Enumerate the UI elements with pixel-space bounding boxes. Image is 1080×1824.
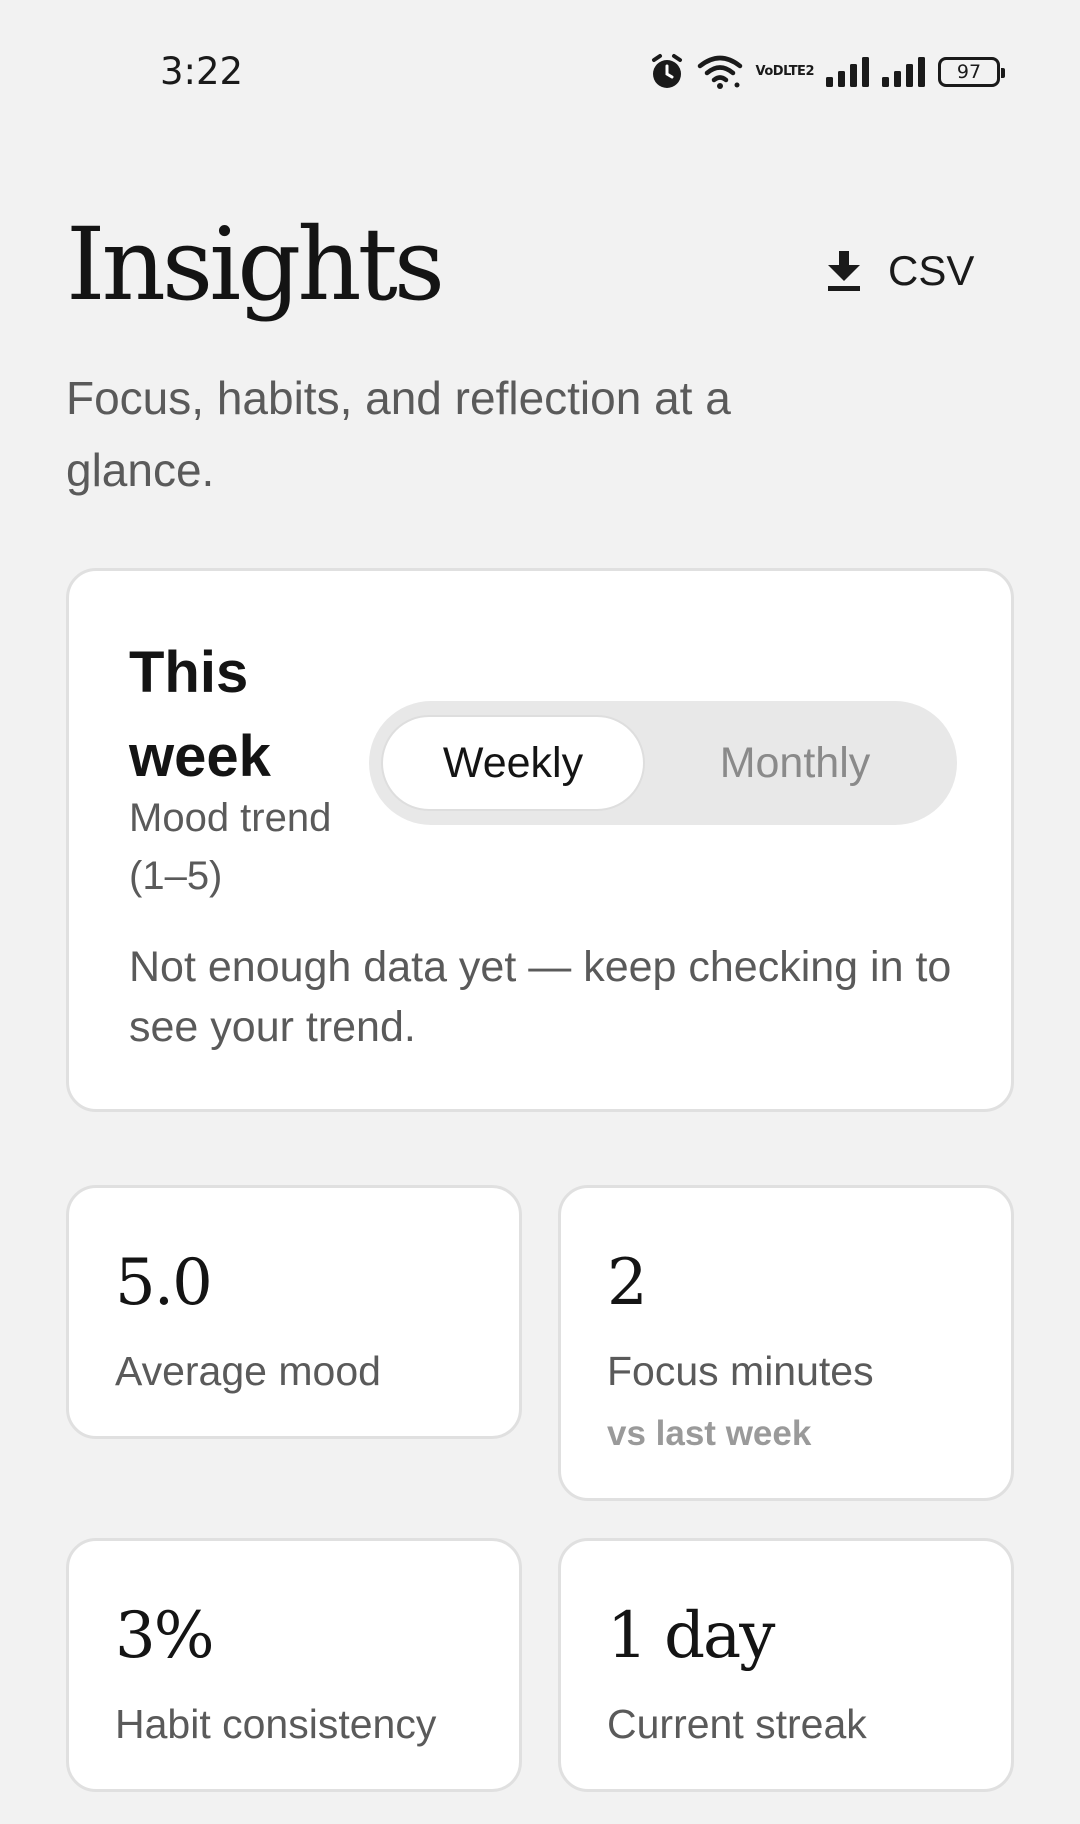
page-title: Insights (66, 206, 445, 323)
volte-top: VoD (755, 64, 784, 79)
battery-level: 97 (956, 61, 982, 83)
stat-label: Habit consistency (115, 1701, 437, 1747)
wifi-icon (697, 55, 743, 89)
export-csv-label: CSV (888, 247, 975, 294)
volte-icon: VoD LTE2 (755, 65, 814, 79)
stat-label: Average mood (115, 1348, 381, 1394)
stat-label: Current streak (607, 1701, 867, 1747)
stat-value: 3% (115, 1599, 215, 1673)
stat-value: 1 day (607, 1599, 775, 1673)
mood-card-subtitle: Mood trend (1–5) (129, 796, 332, 898)
stat-card-current-streak: 1 day Current streak (558, 1538, 1014, 1792)
status-time: 3:22 (160, 50, 244, 93)
period-toggle: Weekly Monthly (369, 701, 957, 825)
signal-icon (826, 57, 870, 87)
volte-bottom: LTE2 (783, 64, 814, 79)
status-bar: 3:22 VoD LTE2 97 (0, 0, 1080, 146)
stat-card-habit-consistency: 3% Habit consistency (66, 1538, 522, 1792)
download-icon (826, 251, 862, 291)
stat-label: Focus minutes (607, 1348, 874, 1394)
mood-card-title: This week (129, 640, 271, 789)
stat-card-average-mood: 5.0 Average mood (66, 1185, 522, 1439)
alarm-icon (649, 53, 685, 91)
stat-value: 2 (607, 1246, 648, 1320)
stat-comparison: vs last week (607, 1414, 812, 1453)
toggle-monthly[interactable]: Monthly (645, 715, 945, 811)
page-subtitle: Focus, habits, and reflection at a glanc… (66, 372, 731, 496)
battery-icon: 97 (938, 57, 1005, 87)
toggle-weekly[interactable]: Weekly (381, 715, 645, 811)
mood-empty-message: Not enough data yet — keep checking in t… (129, 943, 952, 1051)
status-icons: VoD LTE2 97 (649, 50, 1005, 94)
stat-card-focus-minutes: 2 Focus minutes vs last week (558, 1185, 1014, 1501)
export-csv-button[interactable]: CSV (812, 236, 996, 306)
mood-trend-card: This week Mood trend (1–5) Weekly Monthl… (66, 568, 1014, 1112)
stat-value: 5.0 (115, 1246, 213, 1320)
signal-icon (882, 57, 926, 87)
